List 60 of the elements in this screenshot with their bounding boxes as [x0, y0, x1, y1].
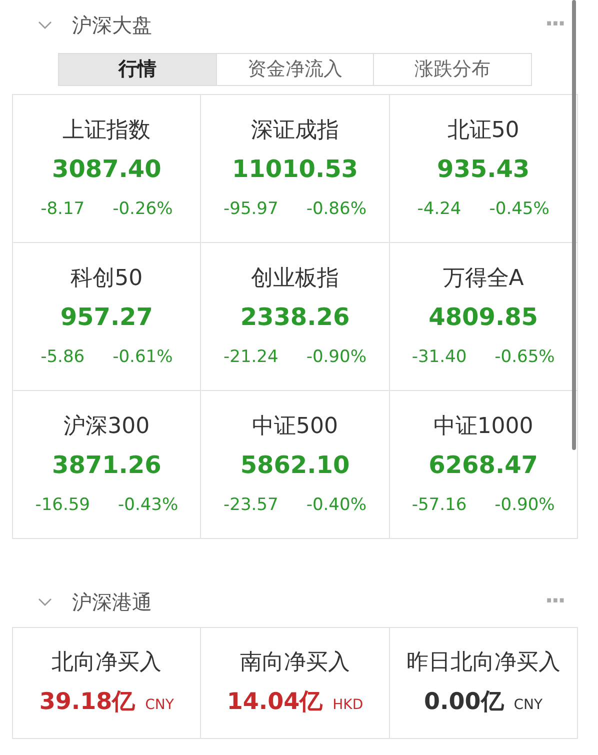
index-tile[interactable]: 中证500 5862.10 -23.57 -0.40%	[201, 391, 390, 539]
flow-tile[interactable]: 昨日北向净买入 0.00亿 CNY	[390, 628, 578, 739]
currency-label: CNY	[145, 696, 174, 716]
index-change: -57.16	[412, 494, 467, 518]
index-name: 深证成指	[250, 117, 339, 146]
index-percent: -0.65%	[494, 346, 555, 370]
currency-label: HKD	[332, 696, 364, 716]
index-change: -5.86	[40, 346, 85, 370]
flow-value: 0.00亿	[424, 688, 504, 718]
index-name: 沪深300	[64, 413, 150, 442]
index-tile[interactable]: 深证成指 11010.53 -95.97 -0.86%	[201, 95, 390, 243]
index-name: 万得全A	[442, 265, 524, 294]
index-percent: -0.45%	[489, 198, 550, 222]
index-percent: -0.86%	[306, 198, 366, 222]
index-name: 中证500	[252, 413, 338, 442]
chevron-down-icon[interactable]	[38, 20, 52, 30]
flow-name: 北向净买入	[52, 649, 162, 678]
flow-tile[interactable]: 北向净买入 39.18亿 CNY	[13, 628, 202, 739]
index-change: -21.24	[224, 346, 278, 370]
section-title: 沪深港通	[72, 589, 152, 616]
index-percent: -0.61%	[112, 346, 173, 370]
index-name: 创业板指	[250, 265, 339, 294]
index-tile[interactable]: 科创50 957.27 -5.86 -0.61%	[13, 243, 202, 391]
index-percent: -0.90%	[494, 494, 555, 518]
index-value: 2338.26	[240, 302, 350, 334]
flow-value: 14.04亿	[226, 688, 323, 718]
index-tile[interactable]: 创业板指 2338.26 -21.24 -0.90%	[201, 243, 390, 391]
index-percent: -0.40%	[306, 494, 366, 518]
index-value: 5862.10	[240, 450, 350, 482]
index-change: -23.57	[224, 494, 278, 518]
index-change: -8.17	[40, 198, 85, 222]
section-title: 沪深大盘	[72, 12, 152, 39]
index-name: 上证指数	[62, 117, 151, 146]
tab[interactable]: 行情	[59, 54, 216, 85]
index-value: 3871.26	[52, 450, 162, 482]
index-value: 3087.40	[52, 154, 162, 186]
index-value: 6268.47	[428, 450, 538, 482]
index-name: 中证1000	[433, 413, 534, 442]
chevron-down-icon[interactable]	[38, 597, 52, 607]
index-tile[interactable]: 沪深300 3871.26 -16.59 -0.43%	[13, 391, 202, 539]
index-tile[interactable]: 上证指数 3087.40 -8.17 -0.26%	[13, 95, 202, 243]
index-percent: -0.90%	[306, 346, 366, 370]
flow-name: 昨日北向净买入	[406, 649, 560, 678]
index-name: 科创50	[70, 265, 143, 294]
index-change: -4.24	[417, 198, 462, 222]
index-change: -16.59	[35, 494, 90, 518]
index-percent: -0.26%	[112, 198, 173, 222]
index-value: 957.27	[60, 302, 153, 334]
index-value: 935.43	[437, 154, 530, 186]
flow-value: 39.18亿	[39, 688, 136, 718]
index-percent: -0.43%	[118, 494, 178, 518]
flow-tile[interactable]: 南向净买入 14.04亿 HKD	[201, 628, 390, 739]
index-name: 北证50	[447, 117, 520, 146]
flow-name: 南向净买入	[240, 649, 350, 678]
index-value: 11010.53	[232, 154, 358, 186]
index-change: -31.40	[412, 346, 467, 370]
scrollbar[interactable]	[572, 0, 576, 450]
index-value: 4809.85	[428, 302, 538, 334]
currency-label: CNY	[514, 696, 543, 716]
index-change: -95.97	[224, 198, 278, 222]
